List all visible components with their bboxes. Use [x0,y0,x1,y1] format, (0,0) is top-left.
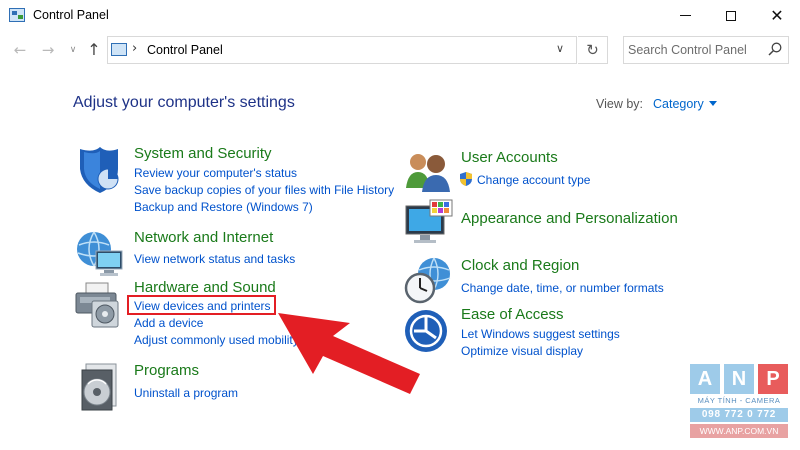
maximize-button[interactable] [708,0,754,31]
category-title-clock-region[interactable]: Clock and Region [461,257,579,274]
category-title-programs[interactable]: Programs [134,362,199,379]
logo-website: WWW.ANP.COM.VN [690,424,788,438]
navigation-bar: ← → ∨ ↑ › Control Panel ∨ ↻ [0,33,800,69]
shield-icon[interactable] [74,145,124,195]
anp-watermark-logo: A N P MÁY TÍNH - CAMERA 098 772 0 772 WW… [690,364,788,444]
view-by-label: View by: [596,97,644,111]
monitor-palette-icon[interactable] [404,198,454,248]
maximize-icon [726,10,736,21]
category-title-ease-of-access[interactable]: Ease of Access [461,306,564,323]
link-network-status[interactable]: View network status and tasks [134,252,295,266]
link-add-device[interactable]: Add a device [134,316,203,330]
dropdown-caret-icon[interactable] [708,101,717,106]
search-icon[interactable] [767,41,783,57]
close-button[interactable]: ✕ [754,0,800,31]
back-button[interactable]: ← [10,40,30,60]
logo-letter-p: P [758,364,788,394]
clock-globe-icon[interactable] [404,256,454,306]
recent-locations-button[interactable]: ∨ [63,40,83,60]
link-backup-restore[interactable]: Backup and Restore (Windows 7) [134,200,313,214]
link-windows-suggest-settings[interactable]: Let Windows suggest settings [461,327,620,341]
logo-phone: 098 772 0 772 [690,408,788,422]
logo-tiles: A N P [690,364,788,394]
logo-subtitle: MÁY TÍNH - CAMERA [697,396,781,405]
window-title: Control Panel [33,8,109,22]
link-file-history[interactable]: Save backup copies of your files with Fi… [134,183,394,197]
minimize-icon [679,15,691,16]
address-bar[interactable]: › Control Panel ∨ [107,36,577,64]
title-bar: Control Panel ✕ [0,0,800,31]
control-panel-icon [111,43,127,56]
page-title: Adjust your computer's settings [73,94,295,111]
forward-button[interactable]: → [38,40,58,60]
ease-of-access-icon[interactable] [404,306,454,356]
up-button[interactable]: ↑ [84,40,104,60]
programs-disc-icon[interactable] [74,362,124,412]
logo-letter-a: A [690,364,720,394]
view-by-value[interactable]: Category [653,97,704,111]
link-mobility-settings[interactable]: Adjust commonly used mobility [134,333,299,347]
category-title-user-accounts[interactable]: User Accounts [461,149,558,166]
search-input[interactable] [628,41,763,59]
users-icon[interactable] [404,148,454,198]
highlight-annotation-box [127,295,276,315]
refresh-button[interactable]: ↻ [578,36,608,64]
link-review-status[interactable]: Review your computer's status [134,166,297,180]
breadcrumb-separator-icon[interactable]: › [132,41,137,56]
address-dropdown-button[interactable]: ∨ [556,42,564,55]
link-optimize-visual-display[interactable]: Optimize visual display [461,344,583,358]
category-title-system-security[interactable]: System and Security [134,145,272,162]
category-title-network[interactable]: Network and Internet [134,229,273,246]
minimize-button[interactable] [662,0,708,31]
close-icon: ✕ [770,6,784,25]
uac-shield-icon [460,172,472,186]
link-date-time-formats[interactable]: Change date, time, or number formats [461,281,664,295]
search-box[interactable] [623,36,789,64]
logo-letter-n: N [724,364,754,394]
red-arrow-icon [278,313,420,394]
breadcrumb[interactable]: Control Panel [147,43,223,57]
view-by-dropdown[interactable]: Category [653,97,717,111]
control-panel-icon [9,8,25,22]
network-globe-icon[interactable] [74,229,124,279]
link-uninstall-program[interactable]: Uninstall a program [134,386,238,400]
link-change-account-type[interactable]: Change account type [477,173,590,187]
category-title-appearance[interactable]: Appearance and Personalization [461,210,678,227]
category-title-hardware[interactable]: Hardware and Sound [134,279,276,296]
printer-icon[interactable] [74,279,124,329]
